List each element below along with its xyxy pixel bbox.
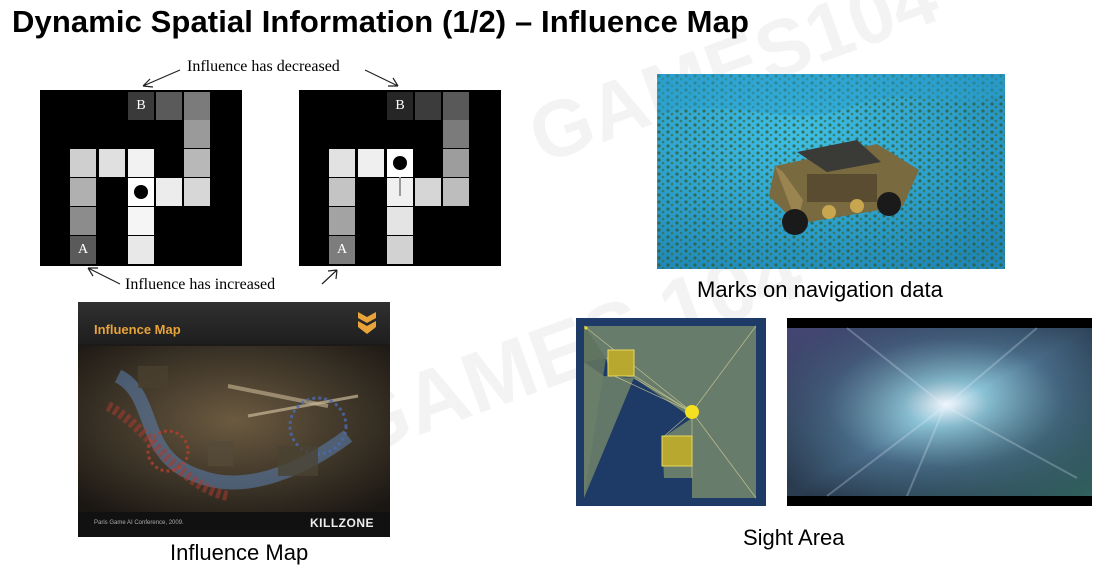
- grid-cell: [387, 236, 413, 264]
- visibility-polygon-diagram: [583, 325, 757, 499]
- grid-cell: [99, 149, 125, 177]
- grid-cell: [184, 92, 210, 120]
- sight-area-scene-image: [787, 318, 1092, 506]
- chevron-shield-icon: [358, 312, 376, 334]
- grid-cell: [184, 178, 210, 206]
- grid-cell-agent: [128, 178, 154, 206]
- influence-grid-left: B A: [40, 90, 242, 266]
- killzone-logo: KILLZONE: [310, 516, 374, 530]
- cell-label-b: B: [395, 98, 405, 113]
- grid-cell: [415, 178, 441, 206]
- agent-dot: [393, 156, 407, 170]
- cell-label-a: A: [336, 242, 348, 257]
- grid-cell: [70, 207, 96, 235]
- city-scene-render: [78, 346, 390, 512]
- grid-cell: [443, 92, 469, 120]
- grid-cell-a: A: [70, 236, 96, 264]
- navigation-marks-image: [657, 74, 1005, 269]
- grid-cell: [443, 149, 469, 177]
- arrow-increased-right: [321, 269, 338, 285]
- arrow-decreased-left: [142, 69, 181, 88]
- grid-cell: [70, 149, 96, 177]
- grid-cell: [443, 120, 469, 148]
- arrow-decreased-right: [364, 69, 399, 87]
- grid-cell: [358, 149, 384, 177]
- grid-cell: [329, 207, 355, 235]
- caption-sight-area: Sight Area: [743, 525, 845, 550]
- grid-cell-a: A: [329, 236, 355, 264]
- grid-cell: [128, 149, 154, 177]
- grid-cell: [387, 170, 413, 206]
- grid-cell: [329, 149, 355, 177]
- vehicle-scene-render: [657, 74, 1005, 269]
- image-header-title: Influence Map: [94, 322, 181, 337]
- grid-cell: [128, 236, 154, 264]
- grid-cell: [184, 120, 210, 148]
- agent-dot: [134, 185, 148, 199]
- grid-cell: [128, 207, 154, 235]
- grid-cell: [415, 92, 441, 120]
- image-footer-credit: Paris Game AI Conference, 2009.: [94, 520, 184, 526]
- grid-cell: [329, 178, 355, 206]
- grid-cell: [184, 149, 210, 177]
- grid-cell: [70, 178, 96, 206]
- caption-influence-map: Influence Map: [170, 540, 309, 565]
- influence-grid-right: B A: [299, 90, 501, 266]
- obstacle-square: [661, 435, 693, 467]
- grid-cell: [156, 92, 182, 120]
- cell-label-b: B: [136, 98, 146, 113]
- grid-cell-agent: [387, 149, 413, 177]
- cell-label-a: A: [77, 242, 89, 257]
- arrow-increased-left: [87, 267, 121, 285]
- observer-dot: [685, 405, 699, 419]
- obstacle-square: [607, 349, 635, 377]
- caption-navigation: Marks on navigation data: [697, 277, 943, 302]
- blurred-scene-render: [787, 327, 1092, 497]
- grid-cell: [387, 207, 413, 235]
- grid-cell-b: B: [387, 92, 413, 120]
- grid-cell: [443, 178, 469, 206]
- grid-cell: [156, 178, 182, 206]
- sight-area-diagram: [576, 318, 766, 506]
- grid-cell-b: B: [128, 92, 154, 120]
- killzone-influence-map-image: Influence Map Paris Game AI Conference, …: [78, 302, 390, 537]
